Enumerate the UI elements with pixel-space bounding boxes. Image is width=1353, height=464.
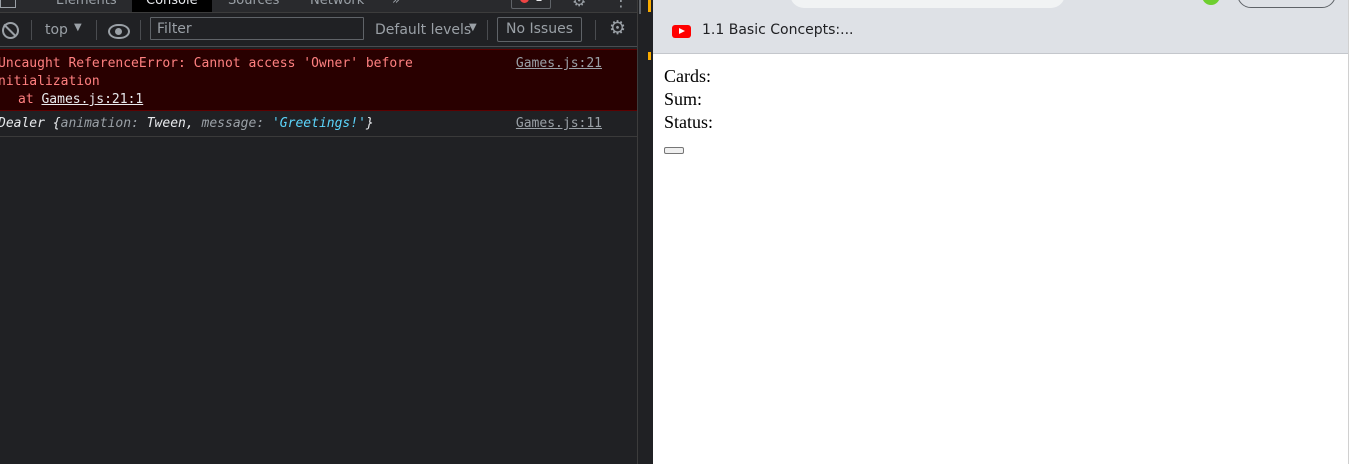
log-brace: { bbox=[52, 116, 61, 131]
log-brace: } bbox=[365, 116, 374, 131]
bookmark-label[interactable]: 1.1 Basic Concepts:... bbox=[702, 22, 854, 38]
log-levels-dropdown[interactable]: Default levels bbox=[375, 22, 471, 38]
error-source-link[interactable]: Games.js:21 bbox=[516, 56, 602, 71]
splitter-highlight bbox=[648, 52, 651, 60]
empty-game-button[interactable] bbox=[664, 147, 684, 154]
toolbar-divider bbox=[487, 20, 488, 40]
browser-toolbar: 1.1 Basic Concepts:... bbox=[653, 0, 1353, 54]
log-object-preview[interactable]: Dealer {animation: Tween, message: 'Gree… bbox=[0, 116, 374, 131]
console-settings-gear-icon[interactable]: ⚙ bbox=[609, 17, 626, 39]
console-error-message: Uncaught ReferenceError: Cannot access '… bbox=[0, 49, 637, 111]
tab-elements[interactable]: Elements bbox=[56, 0, 117, 12]
address-bar[interactable] bbox=[790, 0, 1065, 8]
error-count-badge[interactable]: 1 bbox=[511, 0, 551, 9]
error-count: 1 bbox=[535, 0, 543, 3]
error-text-line: Uncaught ReferenceError: Cannot access '… bbox=[0, 56, 413, 71]
log-key: message: bbox=[201, 116, 265, 131]
error-icon bbox=[520, 0, 529, 3]
console-toolbar: top ▼ Default levels ▼ No Issues ⚙ bbox=[0, 13, 637, 47]
stack-source-link[interactable]: Games.js:21:1 bbox=[41, 92, 143, 107]
extension-avatar-icon[interactable] bbox=[1202, 0, 1220, 5]
console-filter-input[interactable] bbox=[150, 17, 364, 40]
browser-window: 1.1 Basic Concepts:... Cards: Sum: Statu… bbox=[653, 0, 1353, 464]
window-edge bbox=[1348, 0, 1353, 464]
log-string-value: 'Greetings!' bbox=[271, 116, 366, 131]
devtools-panel: Elements Console Sources Network » 1 ⚙ ⋮… bbox=[0, 0, 637, 464]
error-text-line: nitialization bbox=[0, 74, 100, 89]
tab-console[interactable]: Console bbox=[132, 0, 212, 12]
toolbar-divider bbox=[31, 20, 32, 40]
devtools-tab-strip: Elements Console Sources Network » 1 ⚙ ⋮ bbox=[0, 0, 637, 13]
live-expression-eye-icon[interactable] bbox=[108, 24, 130, 39]
log-key: animation: bbox=[60, 116, 139, 131]
log-source-link[interactable]: Games.js:11 bbox=[516, 116, 602, 131]
tab-network[interactable]: Network bbox=[310, 0, 364, 12]
console-output: Uncaught ReferenceError: Cannot access '… bbox=[0, 47, 637, 464]
kebab-menu-icon[interactable]: ⋮ bbox=[613, 0, 629, 10]
toolbar-divider bbox=[140, 20, 141, 40]
web-page: Cards: Sum: Status: bbox=[653, 54, 1348, 464]
stack-at-prefix: at bbox=[18, 92, 34, 107]
levels-caret-icon[interactable]: ▼ bbox=[469, 22, 477, 33]
youtube-icon bbox=[672, 25, 691, 38]
clear-console-icon[interactable] bbox=[2, 22, 19, 39]
dock-side-icon[interactable] bbox=[0, 0, 16, 8]
context-caret-icon[interactable]: ▼ bbox=[74, 22, 82, 33]
splitter-edge bbox=[639, 0, 641, 14]
panel-splitter[interactable] bbox=[637, 0, 654, 464]
toolbar-divider bbox=[96, 20, 97, 40]
cards-label: Cards: bbox=[664, 66, 711, 86]
log-value: Tween, bbox=[146, 116, 194, 131]
context-selector[interactable]: top bbox=[45, 22, 68, 38]
more-tabs-icon[interactable]: » bbox=[392, 0, 400, 12]
profile-button[interactable] bbox=[1237, 0, 1336, 8]
log-class-name: Dealer bbox=[0, 116, 45, 131]
status-label: Status: bbox=[664, 112, 714, 132]
toolbar-divider bbox=[595, 20, 596, 40]
tab-sources[interactable]: Sources bbox=[228, 0, 279, 12]
splitter-highlight bbox=[648, 0, 651, 12]
sum-label: Sum: bbox=[664, 89, 703, 109]
console-log-message: Dealer {animation: Tween, message: 'Gree… bbox=[0, 111, 637, 137]
issues-button[interactable]: No Issues bbox=[497, 17, 582, 42]
error-stack-line: at Games.js:21:1 bbox=[18, 92, 143, 107]
settings-gear-icon[interactable]: ⚙ bbox=[572, 0, 586, 10]
